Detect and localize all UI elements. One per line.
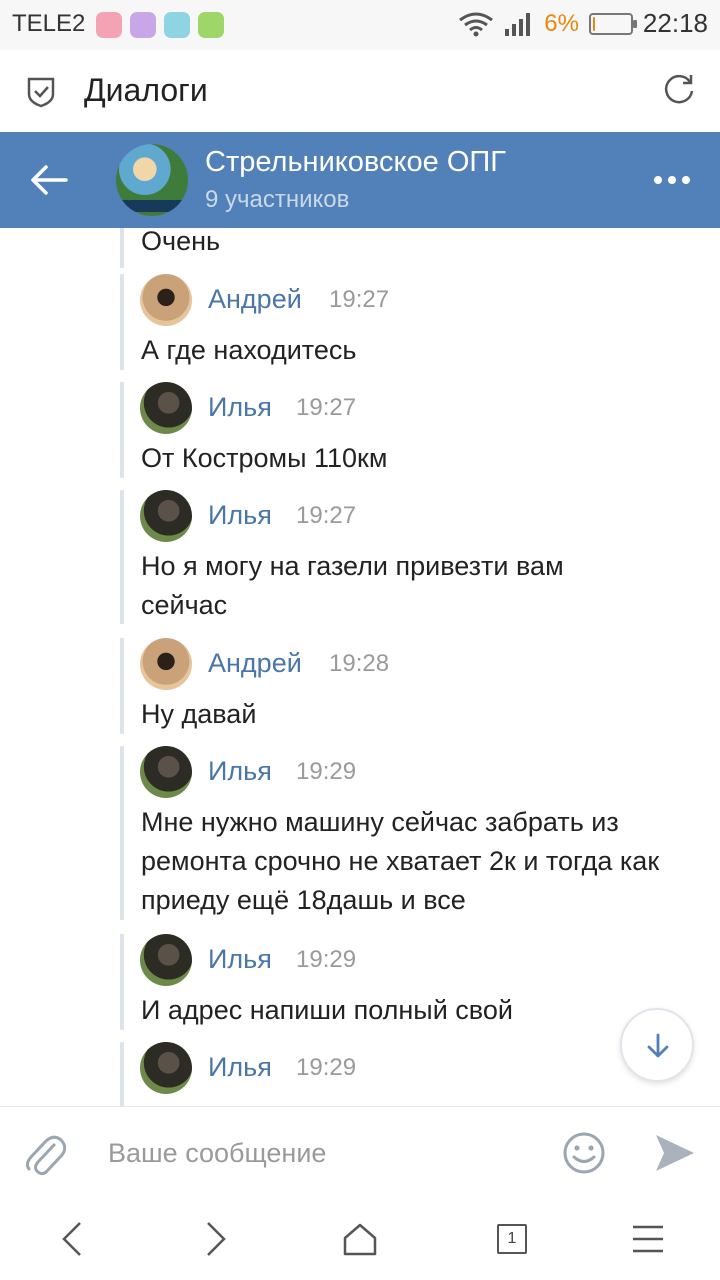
- battery-percent: 6%: [544, 9, 579, 37]
- message-item[interactable]: Илья 19:27 От Костромы 110км: [120, 382, 700, 478]
- message-thread-line: [120, 746, 124, 920]
- nav-forward-button[interactable]: [192, 1218, 240, 1260]
- carrier-label: TELE2: [12, 10, 86, 37]
- refresh-icon[interactable]: [662, 72, 696, 106]
- message-item[interactable]: Илья 19:29 И адрес напиши полный свой: [120, 934, 700, 1030]
- chat-avatar-caption: [116, 200, 188, 212]
- emoji-icon[interactable]: [562, 1131, 606, 1175]
- message-thread-line: [120, 1042, 124, 1106]
- message-thread-line: [120, 934, 124, 1030]
- message-thread-line: [120, 638, 124, 734]
- avatar[interactable]: [140, 934, 192, 986]
- chat-title[interactable]: Стрельниковское ОПГ: [205, 146, 506, 179]
- nav-forward-icon: [207, 1222, 226, 1256]
- message-text: Ну давай: [141, 699, 257, 729]
- message-list[interactable]: Очень Андрей 19:27 А где находитесь Илья…: [0, 228, 720, 1106]
- back-arrow-icon[interactable]: [30, 164, 68, 196]
- avatar[interactable]: [140, 638, 192, 690]
- attach-icon[interactable]: [24, 1131, 66, 1177]
- message-input[interactable]: [100, 1125, 540, 1181]
- app-notification-icon: [96, 12, 122, 38]
- message-thread-line: [120, 382, 124, 478]
- battery-level: [592, 16, 596, 31]
- message-time: 19:29: [296, 1054, 357, 1081]
- nav-back-icon: [62, 1222, 81, 1256]
- message-author[interactable]: Илья: [208, 756, 272, 787]
- dialogs-bar: Диалоги: [0, 50, 720, 132]
- message-text: От Костромы 110км: [141, 443, 388, 473]
- avatar[interactable]: [140, 490, 192, 542]
- message-time: 19:27: [296, 502, 357, 529]
- scroll-down-button[interactable]: [620, 1008, 694, 1082]
- message-time: 19:29: [296, 946, 357, 973]
- message-text: Но я могу на газели привезти вам сейчас: [141, 551, 564, 620]
- nav-home-icon: [343, 1223, 377, 1256]
- message-item[interactable]: Андрей 19:27 А где находитесь: [120, 274, 700, 370]
- message-author[interactable]: Илья: [208, 944, 272, 975]
- nav-home-button[interactable]: [336, 1218, 384, 1260]
- message-author[interactable]: Андрей: [208, 284, 302, 315]
- nav-menu-button[interactable]: [624, 1218, 672, 1260]
- message-item[interactable]: Илья 19:27 Но я могу на газели привезти …: [120, 490, 700, 624]
- message-time: 19:28: [329, 650, 390, 677]
- signal-icon: [505, 12, 531, 36]
- status-bar: TELE2 6% 22:18: [0, 0, 720, 50]
- tab-count: 1: [497, 1224, 527, 1254]
- more-dot: [682, 176, 690, 184]
- avatar[interactable]: [140, 382, 192, 434]
- message-continuation[interactable]: Очень: [120, 228, 700, 268]
- notification-icons: [96, 12, 224, 38]
- message-item[interactable]: Илья 19:29 Мне нужно машину сейчас забра…: [120, 746, 700, 920]
- chat-avatar[interactable]: [116, 144, 188, 216]
- clock: 22:18: [642, 8, 708, 38]
- message-thread-line: [120, 274, 124, 370]
- download-notification-icon: [164, 12, 190, 38]
- message-text: И адрес напиши полный свой: [141, 995, 513, 1025]
- message-author[interactable]: Илья: [208, 392, 272, 423]
- message-author[interactable]: Илья: [208, 1052, 272, 1083]
- send-icon[interactable]: [654, 1133, 696, 1173]
- more-icon[interactable]: [654, 176, 690, 184]
- message-composer: [0, 1106, 720, 1198]
- avatar[interactable]: [140, 274, 192, 326]
- nav-back-button[interactable]: [48, 1218, 96, 1260]
- more-dot: [668, 176, 676, 184]
- more-dot: [654, 176, 662, 184]
- chat-notification-icon: [198, 12, 224, 38]
- message-item[interactable]: Андрей 19:28 Ну давай: [120, 638, 700, 734]
- message-thread-line: [120, 490, 124, 624]
- message-time: 19:27: [329, 286, 390, 313]
- message-text: Мне нужно машину сейчас забрать из ремон…: [141, 807, 660, 915]
- nav-menu-icon: [633, 1225, 663, 1253]
- gallery-notification-icon: [130, 12, 156, 38]
- shield-icon[interactable]: [26, 76, 56, 108]
- nav-tabs-icon: 1: [497, 1224, 527, 1254]
- message-item[interactable]: Илья 19:29: [120, 1042, 700, 1106]
- message-time: 19:29: [296, 758, 357, 785]
- page-title: Диалоги: [84, 72, 208, 108]
- scroll-down-icon: [647, 1033, 669, 1058]
- message-text: А где находитесь: [141, 335, 357, 365]
- wifi-icon: [459, 12, 494, 36]
- navigation-bar: 1: [0, 1198, 720, 1280]
- chat-header: Стрельниковское ОПГ 9 участников: [0, 132, 720, 228]
- message-text: Очень: [141, 228, 221, 256]
- message-thread-line: [120, 228, 124, 268]
- nav-tabs-button[interactable]: 1: [488, 1218, 536, 1260]
- battery-icon: [588, 12, 637, 35]
- message-time: 19:27: [296, 394, 357, 421]
- message-author[interactable]: Андрей: [208, 648, 302, 679]
- avatar[interactable]: [140, 746, 192, 798]
- message-author[interactable]: Илья: [208, 500, 272, 531]
- chat-members-count[interactable]: 9 участников: [205, 186, 349, 214]
- avatar[interactable]: [140, 1042, 192, 1094]
